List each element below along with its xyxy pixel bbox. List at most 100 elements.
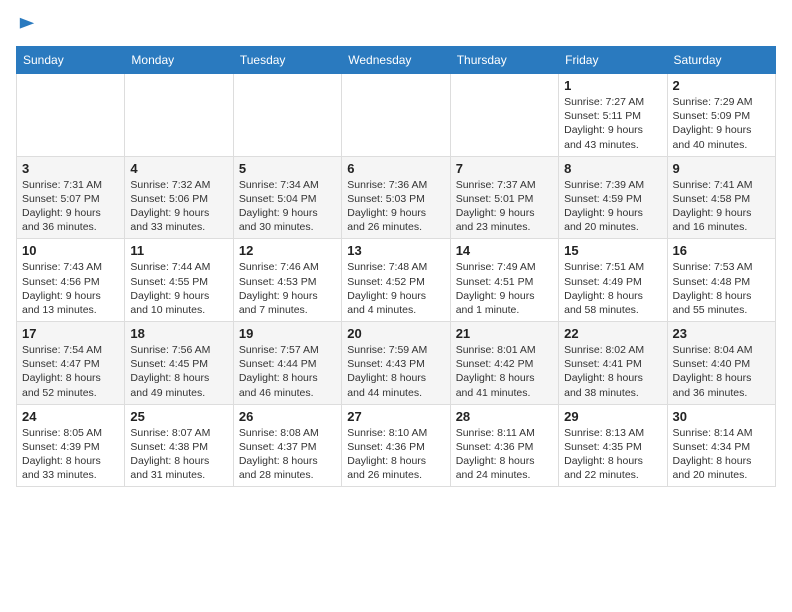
day-info: Sunrise: 7:43 AM Sunset: 4:56 PM Dayligh…: [22, 260, 119, 317]
day-number: 27: [347, 409, 444, 424]
day-info: Sunrise: 7:31 AM Sunset: 5:07 PM Dayligh…: [22, 178, 119, 235]
calendar-cell: 9Sunrise: 7:41 AM Sunset: 4:58 PM Daylig…: [667, 156, 775, 239]
calendar-cell: 26 Sunrise: 8:08 AM Sunset: 4:37 PM Dayli…: [233, 404, 341, 487]
day-of-week-header: Friday: [559, 47, 667, 74]
calendar-cell: 3 Sunrise: 7:31 AM Sunset: 5:07 PM Daylig…: [17, 156, 125, 239]
day-info: Sunrise: 7:51 AM Sunset: 4:49 PM Dayligh…: [564, 260, 661, 317]
day-number: 10: [22, 243, 119, 258]
day-info: Sunrise: 8:14 AM Sunset: 4:34 PM Dayligh…: [673, 426, 770, 483]
day-number: 28: [456, 409, 553, 424]
calendar-cell: 7 Sunrise: 7:37 AM Sunset: 5:01 PM Daylig…: [450, 156, 558, 239]
calendar-cell: 27 Sunrise: 8:10 AM Sunset: 4:36 PM Dayli…: [342, 404, 450, 487]
day-number: 3: [22, 161, 119, 176]
day-info: Sunrise: 8:08 AM Sunset: 4:37 PM Dayligh…: [239, 426, 336, 483]
calendar-cell: 19 Sunrise: 7:57 AM Sunset: 4:44 PM Dayli…: [233, 322, 341, 405]
calendar-cell: 23Sunrise: 8:04 AM Sunset: 4:40 PM Dayli…: [667, 322, 775, 405]
day-of-week-header: Thursday: [450, 47, 558, 74]
day-number: 9: [673, 161, 770, 176]
day-number: 30: [673, 409, 770, 424]
day-number: 26: [239, 409, 336, 424]
day-number: 18: [130, 326, 227, 341]
calendar-week-row: 3 Sunrise: 7:31 AM Sunset: 5:07 PM Daylig…: [17, 156, 776, 239]
calendar-cell: 21 Sunrise: 8:01 AM Sunset: 4:42 PM Dayli…: [450, 322, 558, 405]
day-number: 21: [456, 326, 553, 341]
calendar-cell: 16 Sunrise: 7:53 AM Sunset: 4:48 PM Dayli…: [667, 239, 775, 322]
day-number: 2: [673, 78, 770, 93]
calendar-cell: [450, 74, 558, 157]
day-number: 22: [564, 326, 661, 341]
day-number: 20: [347, 326, 444, 341]
day-number: 16: [673, 243, 770, 258]
day-number: 19: [239, 326, 336, 341]
calendar-cell: 24 Sunrise: 8:05 AM Sunset: 4:39 PM Dayli…: [17, 404, 125, 487]
day-info: Sunrise: 7:46 AM Sunset: 4:53 PM Dayligh…: [239, 260, 336, 317]
day-info: Sunrise: 7:48 AM Sunset: 4:52 PM Dayligh…: [347, 260, 444, 317]
day-of-week-header: Sunday: [17, 47, 125, 74]
day-info: Sunrise: 7:29 AM Sunset: 5:09 PM Dayligh…: [673, 95, 770, 152]
day-number: 12: [239, 243, 336, 258]
day-number: 17: [22, 326, 119, 341]
day-number: 7: [456, 161, 553, 176]
day-info: Sunrise: 7:57 AM Sunset: 4:44 PM Dayligh…: [239, 343, 336, 400]
day-info: Sunrise: 7:34 AM Sunset: 5:04 PM Dayligh…: [239, 178, 336, 235]
day-number: 4: [130, 161, 227, 176]
day-number: 14: [456, 243, 553, 258]
day-number: 11: [130, 243, 227, 258]
calendar-week-row: 1Sunrise: 7:27 AM Sunset: 5:11 PM Daylig…: [17, 74, 776, 157]
day-info: Sunrise: 8:13 AM Sunset: 4:35 PM Dayligh…: [564, 426, 661, 483]
day-of-week-header: Tuesday: [233, 47, 341, 74]
day-info: Sunrise: 7:56 AM Sunset: 4:45 PM Dayligh…: [130, 343, 227, 400]
day-of-week-header: Saturday: [667, 47, 775, 74]
day-info: Sunrise: 7:39 AM Sunset: 4:59 PM Dayligh…: [564, 178, 661, 235]
calendar-cell: [125, 74, 233, 157]
day-info: Sunrise: 8:01 AM Sunset: 4:42 PM Dayligh…: [456, 343, 553, 400]
header: [16, 16, 776, 34]
day-of-week-header: Monday: [125, 47, 233, 74]
day-info: Sunrise: 7:32 AM Sunset: 5:06 PM Dayligh…: [130, 178, 227, 235]
day-info: Sunrise: 7:44 AM Sunset: 4:55 PM Dayligh…: [130, 260, 227, 317]
calendar-cell: 14 Sunrise: 7:49 AM Sunset: 4:51 PM Dayli…: [450, 239, 558, 322]
day-info: Sunrise: 8:07 AM Sunset: 4:38 PM Dayligh…: [130, 426, 227, 483]
calendar-cell: 1Sunrise: 7:27 AM Sunset: 5:11 PM Daylig…: [559, 74, 667, 157]
calendar-cell: 13 Sunrise: 7:48 AM Sunset: 4:52 PM Dayli…: [342, 239, 450, 322]
calendar-cell: 2 Sunrise: 7:29 AM Sunset: 5:09 PM Daylig…: [667, 74, 775, 157]
day-info: Sunrise: 8:11 AM Sunset: 4:36 PM Dayligh…: [456, 426, 553, 483]
calendar-cell: 30 Sunrise: 8:14 AM Sunset: 4:34 PM Dayli…: [667, 404, 775, 487]
calendar-week-row: 24 Sunrise: 8:05 AM Sunset: 4:39 PM Dayli…: [17, 404, 776, 487]
calendar-cell: [342, 74, 450, 157]
calendar-cell: [17, 74, 125, 157]
day-number: 1: [564, 78, 661, 93]
day-number: 13: [347, 243, 444, 258]
calendar-cell: 15Sunrise: 7:51 AM Sunset: 4:49 PM Dayli…: [559, 239, 667, 322]
day-of-week-header: Wednesday: [342, 47, 450, 74]
day-info: Sunrise: 7:53 AM Sunset: 4:48 PM Dayligh…: [673, 260, 770, 317]
calendar-cell: 28 Sunrise: 8:11 AM Sunset: 4:36 PM Dayli…: [450, 404, 558, 487]
day-info: Sunrise: 8:05 AM Sunset: 4:39 PM Dayligh…: [22, 426, 119, 483]
calendar-cell: 4 Sunrise: 7:32 AM Sunset: 5:06 PM Daylig…: [125, 156, 233, 239]
calendar-cell: 6Sunrise: 7:36 AM Sunset: 5:03 PM Daylig…: [342, 156, 450, 239]
day-info: Sunrise: 7:59 AM Sunset: 4:43 PM Dayligh…: [347, 343, 444, 400]
calendar-cell: [233, 74, 341, 157]
calendar-cell: 11 Sunrise: 7:44 AM Sunset: 4:55 PM Dayli…: [125, 239, 233, 322]
day-info: Sunrise: 8:10 AM Sunset: 4:36 PM Dayligh…: [347, 426, 444, 483]
calendar-cell: 20 Sunrise: 7:59 AM Sunset: 4:43 PM Dayli…: [342, 322, 450, 405]
calendar-cell: 29 Sunrise: 8:13 AM Sunset: 4:35 PM Dayli…: [559, 404, 667, 487]
day-info: Sunrise: 7:49 AM Sunset: 4:51 PM Dayligh…: [456, 260, 553, 317]
day-number: 29: [564, 409, 661, 424]
day-number: 25: [130, 409, 227, 424]
logo-flag-icon: [18, 16, 36, 34]
calendar-cell: 22 Sunrise: 8:02 AM Sunset: 4:41 PM Dayli…: [559, 322, 667, 405]
calendar-cell: 10 Sunrise: 7:43 AM Sunset: 4:56 PM Dayli…: [17, 239, 125, 322]
calendar-table: SundayMondayTuesdayWednesdayThursdayFrid…: [16, 46, 776, 487]
calendar-header-row: SundayMondayTuesdayWednesdayThursdayFrid…: [17, 47, 776, 74]
calendar-week-row: 17 Sunrise: 7:54 AM Sunset: 4:47 PM Dayli…: [17, 322, 776, 405]
calendar-cell: 8Sunrise: 7:39 AM Sunset: 4:59 PM Daylig…: [559, 156, 667, 239]
day-info: Sunrise: 7:54 AM Sunset: 4:47 PM Dayligh…: [22, 343, 119, 400]
calendar-cell: 12 Sunrise: 7:46 AM Sunset: 4:53 PM Dayli…: [233, 239, 341, 322]
day-number: 5: [239, 161, 336, 176]
calendar-cell: 18 Sunrise: 7:56 AM Sunset: 4:45 PM Dayli…: [125, 322, 233, 405]
day-info: Sunrise: 7:37 AM Sunset: 5:01 PM Dayligh…: [456, 178, 553, 235]
day-number: 24: [22, 409, 119, 424]
day-number: 6: [347, 161, 444, 176]
day-info: Sunrise: 8:02 AM Sunset: 4:41 PM Dayligh…: [564, 343, 661, 400]
